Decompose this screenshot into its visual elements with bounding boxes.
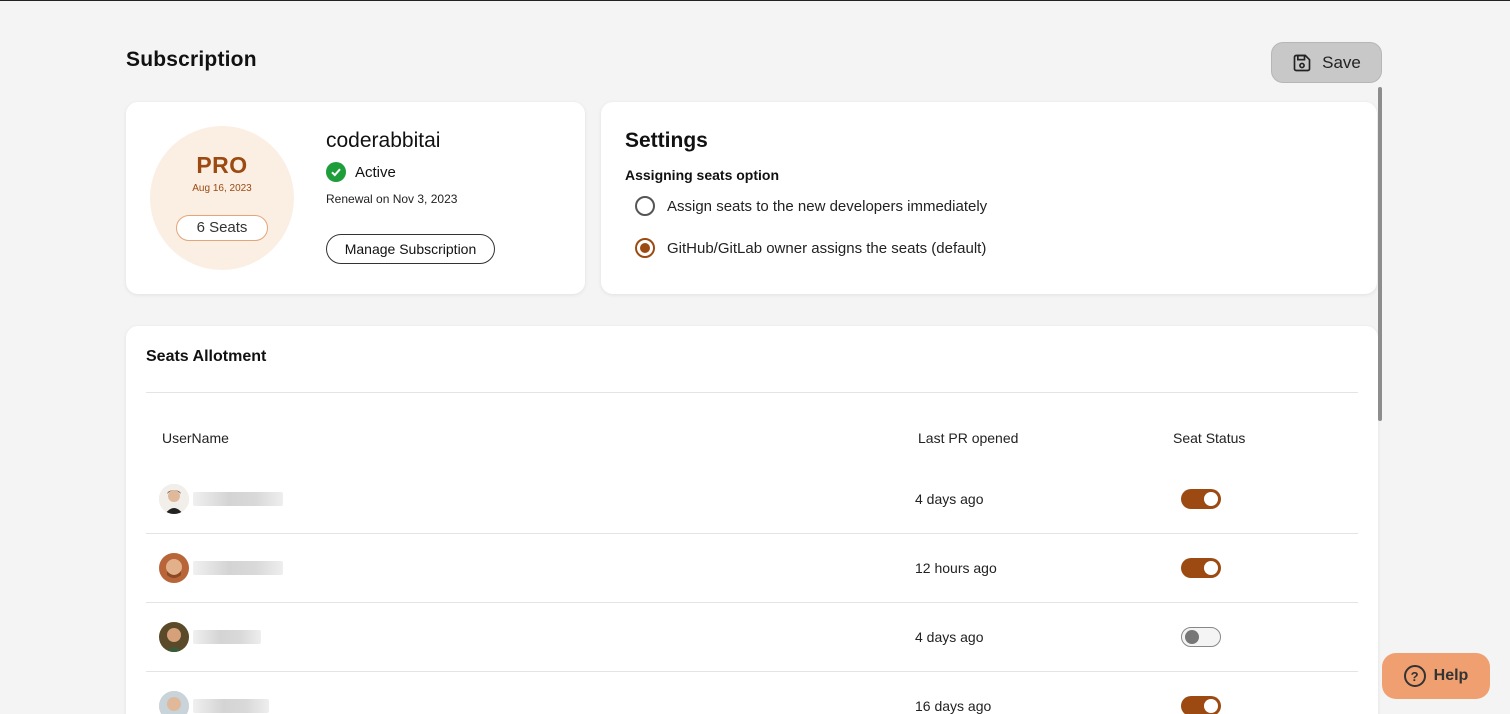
avatar [159,622,189,652]
help-label: Help [1433,667,1469,684]
last-pr-opened: 12 hours ago [915,560,997,576]
username-redacted [193,630,261,644]
username-redacted [193,561,283,575]
seats-count-pill: 6 Seats [176,215,268,241]
radio-option-immediate[interactable]: Assign seats to the new developers immed… [635,196,987,216]
column-header-seat-status: Seat Status [1173,430,1246,446]
question-mark-icon: ? [1403,665,1426,687]
seats-allotment-title: Seats Allotment [146,348,267,365]
seats-allotment-card: Seats Allotment UserName Last PR opened … [126,326,1378,714]
username-redacted [193,699,269,713]
floppy-disk-icon [1293,54,1311,71]
seat-status-toggle[interactable] [1181,489,1221,509]
scrollbar[interactable] [1378,87,1382,421]
manage-subscription-button[interactable]: Manage Subscription [326,234,495,264]
seat-status-toggle[interactable] [1181,558,1221,578]
column-header-username: UserName [162,430,229,446]
subscription-status: Active [326,162,396,182]
org-name: coderabbitai [326,129,441,152]
table-row: 12 hours ago [146,534,1358,603]
avatar [159,484,189,514]
table-row: 16 days ago [146,672,1358,714]
avatar [159,691,189,714]
plan-date: Aug 16, 2023 [192,183,252,194]
renewal-date: Renewal on Nov 3, 2023 [326,192,458,206]
settings-subtitle: Assigning seats option [625,167,780,183]
seat-status-toggle[interactable] [1181,696,1221,714]
table-row: 4 days ago [146,465,1358,534]
column-header-last-pr: Last PR opened [918,430,1019,446]
settings-card: Settings Assigning seats option Assign s… [601,102,1377,294]
divider [146,392,1358,393]
plan-name: PRO [196,152,248,178]
page-title: Subscription [126,48,257,71]
last-pr-opened: 4 days ago [915,629,984,645]
radio-label: GitHub/GitLab owner assigns the seats (d… [667,239,987,257]
help-button[interactable]: ? Help [1382,653,1490,699]
radio-button[interactable] [635,196,655,216]
radio-label: Assign seats to the new developers immed… [667,197,988,215]
status-label: Active [355,163,396,181]
table-row: 4 days ago [146,603,1358,672]
username-redacted [193,492,283,506]
last-pr-opened: 16 days ago [915,698,992,714]
settings-title: Settings [625,129,708,152]
radio-option-owner-assigns[interactable]: GitHub/GitLab owner assigns the seats (d… [635,238,986,258]
plan-badge: PRO Aug 16, 2023 6 Seats [150,126,294,270]
subscription-card: PRO Aug 16, 2023 6 Seats coderabbitai Ac… [126,102,585,294]
save-label: Save [1322,52,1361,72]
radio-button-selected[interactable] [635,238,655,258]
save-button[interactable]: Save [1271,42,1382,83]
seat-status-toggle[interactable] [1181,627,1221,647]
check-circle-icon [326,162,346,182]
avatar [159,553,189,583]
last-pr-opened: 4 days ago [915,491,984,507]
